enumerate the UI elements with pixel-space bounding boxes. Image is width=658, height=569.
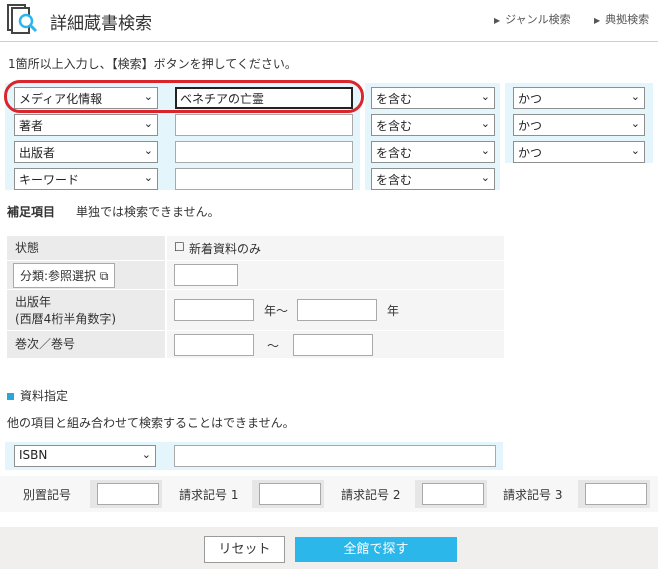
document-search-icon bbox=[7, 4, 38, 34]
triangle-right-icon: ▶ bbox=[594, 16, 601, 25]
category-label-cell: 分類:参照選択 ⧉ bbox=[7, 261, 165, 289]
search-input-4[interactable] bbox=[175, 168, 353, 190]
chevron-down-icon: ⌄ bbox=[143, 171, 153, 184]
new-only-label: 新着資料のみ bbox=[189, 242, 262, 256]
chevron-down-icon: ⌄ bbox=[630, 144, 640, 157]
chevron-down-icon: ⌄ bbox=[141, 448, 151, 461]
pub-year-cell: 年～ 年 bbox=[167, 290, 504, 330]
match-select-2[interactable]: を含む ⌄ bbox=[371, 114, 495, 136]
operator-select-3[interactable]: かつ ⌄ bbox=[513, 141, 645, 163]
instruction-text: 1箇所以上入力し、【検索】ボタンを押してください。 bbox=[8, 57, 297, 71]
call-number-3-input[interactable] bbox=[585, 483, 647, 505]
triangle-right-icon: ▶ bbox=[494, 16, 501, 25]
chevron-down-icon: ⌄ bbox=[143, 144, 153, 157]
highlight-annotation bbox=[4, 80, 364, 113]
pub-year-to-input[interactable] bbox=[297, 299, 377, 321]
square-bullet-icon bbox=[7, 393, 14, 400]
genre-search-link[interactable]: ▶ ジャンル検索 bbox=[494, 11, 571, 27]
new-only-checkbox[interactable]: ☐ bbox=[174, 240, 185, 254]
category-input[interactable] bbox=[174, 264, 238, 286]
chevron-down-icon: ⌄ bbox=[480, 117, 490, 130]
call-number-1-label: 請求記号 1 bbox=[179, 488, 239, 502]
page-title: 詳細蔵書検索 bbox=[50, 14, 152, 34]
volume-cell: ～ bbox=[167, 331, 504, 358]
search-input-3[interactable] bbox=[175, 141, 353, 163]
category-cell bbox=[167, 261, 504, 289]
supplementary-title: 補足項目 bbox=[7, 205, 56, 219]
chevron-down-icon: ⌄ bbox=[630, 90, 640, 103]
field-select-2[interactable]: 著者 ⌄ bbox=[14, 114, 158, 136]
search-input-2[interactable] bbox=[175, 114, 353, 136]
reset-button[interactable]: リセット bbox=[204, 536, 285, 563]
match-select-1[interactable]: を含む ⌄ bbox=[371, 87, 495, 109]
field-select-3[interactable]: 出版者 ⌄ bbox=[14, 141, 158, 163]
material-note: 他の項目と組み合わせて検索することはできません。 bbox=[7, 416, 295, 430]
match-select-3[interactable]: を含む ⌄ bbox=[371, 141, 495, 163]
chevron-down-icon: ⌄ bbox=[480, 144, 490, 157]
operator-select-2[interactable]: かつ ⌄ bbox=[513, 114, 645, 136]
authority-search-link[interactable]: ▶ 典拠検索 bbox=[594, 11, 649, 27]
id-input[interactable] bbox=[174, 445, 496, 467]
shelf-code-label: 別置記号 bbox=[23, 488, 72, 502]
call-number-2-input[interactable] bbox=[422, 483, 484, 505]
field-select-4[interactable]: キーワード ⌄ bbox=[14, 168, 158, 190]
material-title: 資料指定 bbox=[7, 387, 68, 404]
chevron-down-icon: ⌄ bbox=[480, 90, 490, 103]
call-number-3-label: 請求記号 3 bbox=[503, 488, 563, 502]
id-type-select[interactable]: ISBN ⌄ bbox=[14, 445, 156, 467]
call-number-1-input[interactable] bbox=[259, 483, 321, 505]
operator-select-1[interactable]: かつ ⌄ bbox=[513, 87, 645, 109]
call-number-2-label: 請求記号 2 bbox=[341, 488, 401, 502]
status-label: 状態 bbox=[7, 236, 165, 260]
popup-icon: ⧉ bbox=[99, 269, 109, 283]
pub-year-from-input[interactable] bbox=[174, 299, 254, 321]
shelf-code-input[interactable] bbox=[97, 483, 159, 505]
chevron-down-icon: ⌄ bbox=[480, 171, 490, 184]
status-cell: ☐ 新着資料のみ bbox=[167, 236, 504, 260]
volume-label: 巻次／巻号 bbox=[7, 331, 165, 358]
search-all-button[interactable]: 全館で探す bbox=[295, 537, 457, 562]
volume-from-input[interactable] bbox=[174, 334, 254, 356]
match-select-4[interactable]: を含む ⌄ bbox=[371, 168, 495, 190]
volume-to-input[interactable] bbox=[293, 334, 373, 356]
supplementary-note: 単独では検索できません。 bbox=[76, 205, 220, 219]
category-select-button[interactable]: 分類:参照選択 ⧉ bbox=[13, 263, 116, 288]
header-divider bbox=[0, 41, 658, 42]
pub-year-label: 出版年 (西暦4桁半角数字) bbox=[7, 290, 165, 330]
chevron-down-icon: ⌄ bbox=[630, 117, 640, 130]
chevron-down-icon: ⌄ bbox=[143, 117, 153, 130]
